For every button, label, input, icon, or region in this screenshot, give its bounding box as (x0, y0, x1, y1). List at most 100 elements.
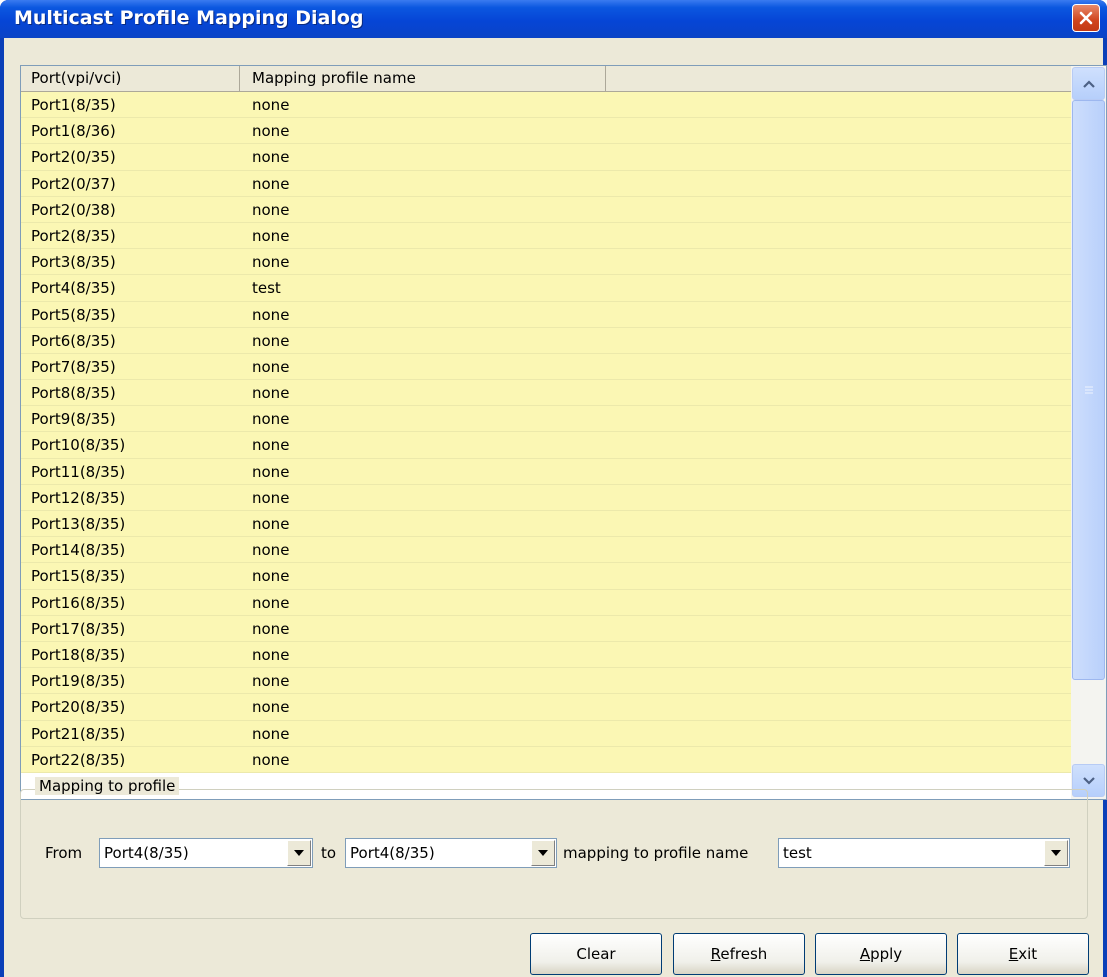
blank-cell (606, 275, 1071, 301)
port-cell: Port14(8/35) (31, 541, 126, 560)
exit-button[interactable]: Exit (957, 933, 1089, 975)
from-label: From (45, 844, 83, 862)
port-cell: Port2(0/35) (31, 148, 116, 167)
port-cell: Port20(8/35) (31, 698, 126, 717)
to-port-select[interactable]: Port4(8/35) (345, 838, 557, 868)
blank-cell (606, 118, 1071, 144)
table-row[interactable]: Port17(8/35) none (21, 615, 1071, 642)
close-button[interactable] (1072, 4, 1100, 32)
dropdown-arrow-icon (1051, 850, 1061, 856)
refresh-button-label: efresh (720, 945, 768, 963)
column-header-port[interactable]: Port(vpi/vci) (21, 66, 240, 92)
apply-button[interactable]: Apply (815, 933, 947, 975)
table-row[interactable]: Port11(8/35) none (21, 458, 1071, 485)
blank-cell (606, 432, 1071, 458)
table-row[interactable]: Port15(8/35) none (21, 563, 1071, 590)
dialog-window: Multicast Profile Mapping Dialog Port(vp… (0, 0, 1107, 977)
table-row[interactable]: Port18(8/35) none (21, 641, 1071, 669)
profile-cell: none (252, 462, 290, 481)
blank-cell (606, 328, 1071, 354)
profile-cell: none (252, 724, 290, 743)
chevron-up-icon (1082, 79, 1095, 88)
profile-cell: none (252, 253, 290, 272)
blank-cell (606, 197, 1071, 223)
mapping-group-legend: Mapping to profile (35, 777, 180, 795)
profile-cell: none (252, 122, 290, 141)
profile-name-value: test (783, 844, 812, 862)
profile-cell: none (252, 672, 290, 691)
blank-cell (606, 249, 1071, 275)
profile-cell: none (252, 305, 290, 324)
profile-dropdown-button[interactable] (1044, 840, 1068, 866)
table-row[interactable]: Port14(8/35) none (21, 537, 1071, 564)
profile-name-label: mapping to profile name (563, 844, 749, 862)
column-header-profile[interactable]: Mapping profile name (240, 66, 606, 92)
table-row[interactable]: Port20(8/35) none (21, 694, 1071, 721)
blank-cell (606, 616, 1071, 642)
blank-cell (606, 511, 1071, 537)
from-port-select[interactable]: Port4(8/35) (99, 838, 313, 868)
table-row[interactable]: Port2(0/37) none (21, 170, 1071, 197)
blank-cell (606, 406, 1071, 432)
exit-mnemonic: E (1008, 945, 1019, 963)
blank-cell (606, 223, 1071, 249)
port-cell: Port1(8/35) (31, 96, 116, 114)
chevron-down-icon (1082, 776, 1095, 785)
profile-cell: none (252, 200, 290, 219)
title-bar[interactable]: Multicast Profile Mapping Dialog (0, 0, 1107, 38)
port-cell: Port21(8/35) (31, 724, 126, 743)
to-port-value: Port4(8/35) (350, 844, 435, 862)
scroll-thumb[interactable] (1072, 100, 1105, 680)
table-row[interactable]: Port1(8/35) none (21, 92, 1071, 119)
table-row[interactable]: Port2(0/35) none (21, 144, 1071, 171)
from-port-value: Port4(8/35) (104, 844, 189, 862)
table-row[interactable]: Port6(8/35) none (21, 327, 1071, 354)
blank-cell (606, 380, 1071, 406)
port-cell: Port2(8/35) (31, 226, 116, 245)
table-row[interactable]: Port2(0/38) none (21, 196, 1071, 223)
table-row[interactable]: Port4(8/35) test (21, 275, 1071, 302)
port-cell: Port15(8/35) (31, 567, 126, 586)
table-row[interactable]: Port21(8/35) none (21, 720, 1071, 747)
port-cell: Port10(8/35) (31, 436, 126, 455)
table-row[interactable]: Port22(8/35) none (21, 746, 1071, 773)
port-cell: Port2(0/37) (31, 174, 116, 193)
table-row[interactable]: Port8(8/35) none (21, 380, 1071, 407)
mapping-group: Mapping to profile From Port4(8/35) to P… (20, 777, 1088, 919)
profile-cell: none (252, 96, 290, 114)
profile-cell: none (252, 645, 290, 664)
from-dropdown-button[interactable] (287, 840, 311, 866)
blank-cell (606, 144, 1071, 170)
table-row[interactable]: Port13(8/35) none (21, 511, 1071, 538)
table-row[interactable]: Port7(8/35) none (21, 353, 1071, 381)
port-cell: Port5(8/35) (31, 305, 116, 324)
blank-cell (606, 302, 1071, 328)
refresh-button[interactable]: Refresh (673, 933, 805, 975)
profile-name-select[interactable]: test (778, 838, 1070, 868)
scroll-up-button[interactable] (1072, 67, 1105, 100)
table-row[interactable]: Port1(8/36) none (21, 118, 1071, 145)
table-row[interactable]: Port12(8/35) none (21, 484, 1071, 511)
port-cell: Port1(8/36) (31, 122, 116, 141)
table-row[interactable]: Port5(8/35) none (21, 301, 1071, 328)
vertical-scrollbar[interactable] (1071, 66, 1106, 799)
blank-cell (606, 668, 1071, 694)
table-row[interactable]: Port19(8/35) none (21, 668, 1071, 695)
port-cell: Port4(8/35) (31, 279, 116, 298)
table-row[interactable]: Port10(8/35) none (21, 432, 1071, 459)
grip-icon (1084, 386, 1093, 394)
profile-cell: none (252, 148, 290, 167)
column-header-blank[interactable] (606, 66, 1071, 92)
dropdown-arrow-icon (294, 850, 304, 856)
table-row[interactable]: Port16(8/35) none (21, 589, 1071, 616)
table-row[interactable]: Port9(8/35) none (21, 406, 1071, 433)
blank-cell (606, 171, 1071, 197)
profile-cell: none (252, 541, 290, 560)
port-mapping-list[interactable]: Port(vpi/vci) Mapping profile name Port1… (20, 65, 1107, 800)
table-row[interactable]: Port3(8/35) none (21, 249, 1071, 276)
blank-cell (606, 590, 1071, 616)
to-dropdown-button[interactable] (531, 840, 555, 866)
table-row[interactable]: Port2(8/35) none (21, 222, 1071, 250)
clear-button[interactable]: Clear (530, 933, 662, 975)
port-cell: Port9(8/35) (31, 410, 116, 429)
